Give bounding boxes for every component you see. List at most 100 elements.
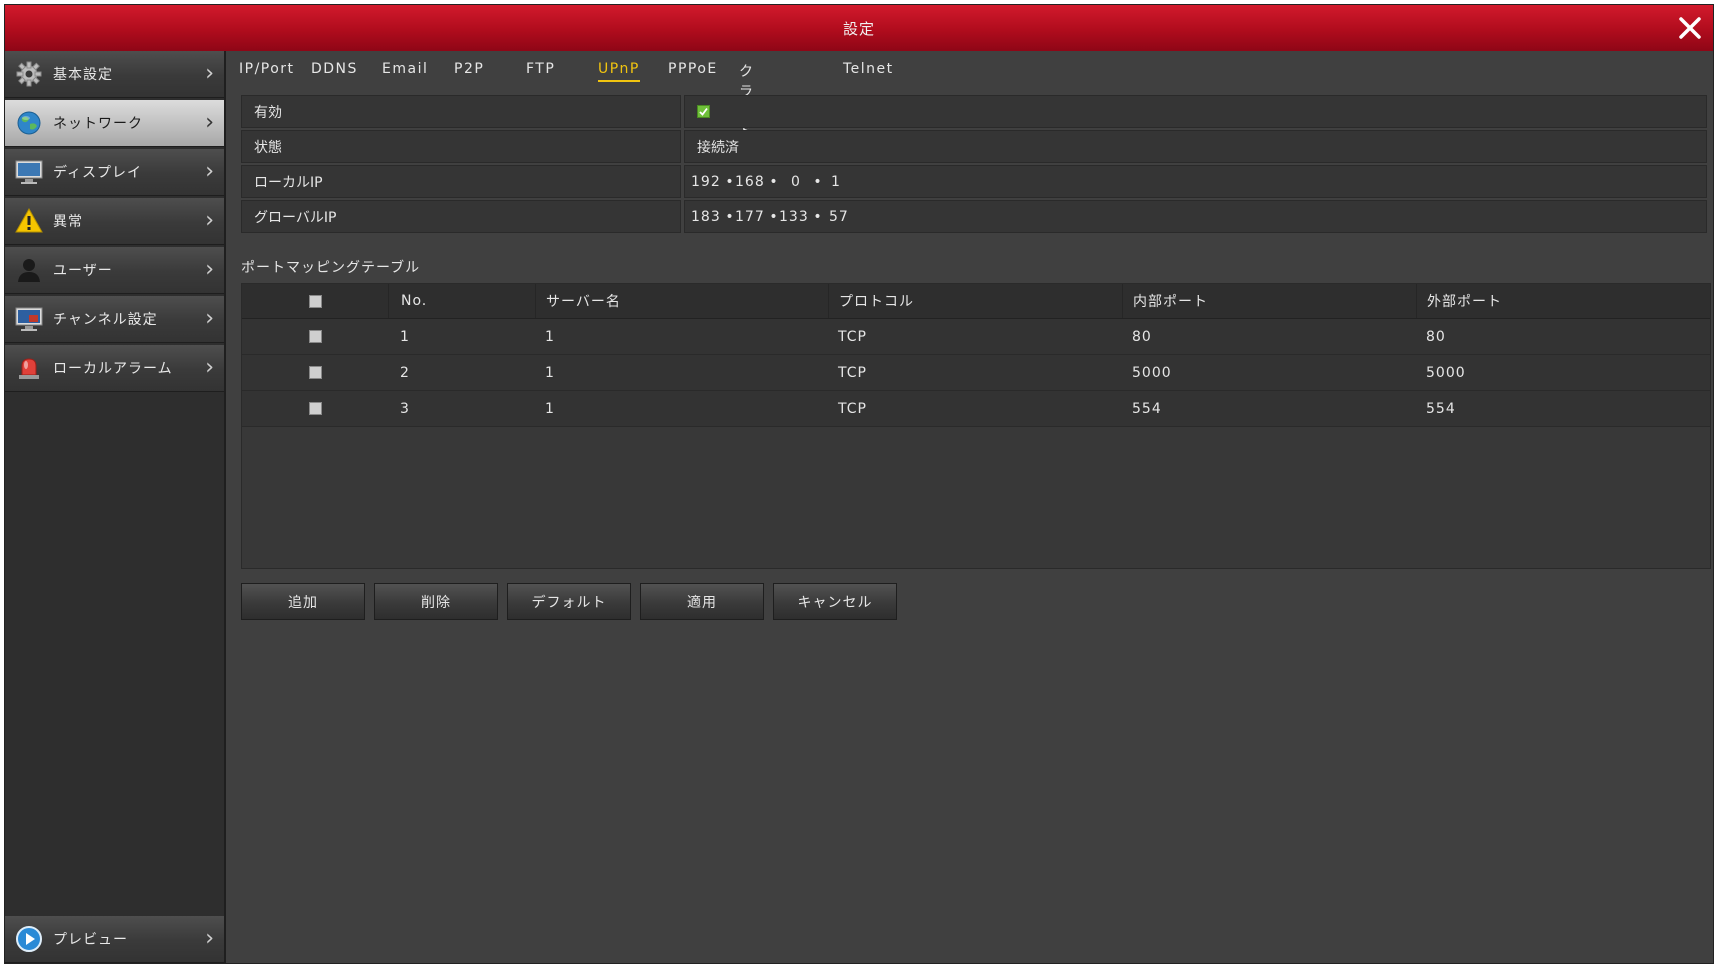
- sidebar-item-network[interactable]: ネットワーク ›: [5, 100, 224, 147]
- cell-no: 3: [400, 400, 410, 417]
- default-button[interactable]: デフォルト: [507, 583, 631, 620]
- ip-octet: 57: [829, 208, 849, 225]
- local-ip-row: ローカルIP 192 • 168 • 0 • 1: [241, 165, 1707, 198]
- tab-email[interactable]: Email: [382, 61, 428, 80]
- table-header: No. サーバー名 プロトコル 内部ポート 外部ポート: [242, 284, 1710, 319]
- action-buttons: 追加 削除 デフォルト 適用 キャンセル: [241, 583, 897, 620]
- tab-ftp[interactable]: FTP: [526, 61, 555, 80]
- tab-p2p[interactable]: P2P: [454, 61, 484, 80]
- row-checkbox[interactable]: [308, 366, 322, 379]
- ip-octet: 177: [735, 208, 765, 225]
- local-ip-label: ローカルIP: [241, 165, 681, 198]
- play-icon: [15, 925, 43, 953]
- sidebar-item-basic-settings[interactable]: 基本設定 ›: [5, 51, 224, 98]
- tab-pppoe[interactable]: PPPoE: [668, 61, 718, 80]
- sidebar-item-label: 基本設定: [53, 67, 113, 83]
- select-all-checkbox[interactable]: [308, 294, 322, 308]
- sidebar-item-abnormal[interactable]: 異常 ›: [5, 198, 224, 245]
- ip-separator: •: [725, 173, 735, 190]
- chevron-right-icon: ›: [205, 159, 214, 184]
- row-select-cell: [242, 402, 388, 415]
- chevron-right-icon: ›: [205, 61, 214, 86]
- ip-separator: •: [769, 173, 779, 190]
- column-header-internal-port: 内部ポート: [1122, 284, 1416, 318]
- network-settings-panel: IP/Port DDNS Email P2P FTP UPnP PPPoE クラ…: [227, 51, 1713, 963]
- column-header-external-port: 外部ポート: [1416, 284, 1710, 318]
- upnp-info-table: 有効 状態 接続済 ローカルIP 192 • 168 • 0 • 1 グローバル…: [241, 95, 1707, 235]
- settings-window: 設定 基本設定 › ネットワーク › ディスプレイ › 異常 › ユーザー › …: [4, 4, 1714, 964]
- sidebar-item-label: チャンネル設定: [53, 312, 158, 328]
- sidebar-item-local-alarm[interactable]: ローカルアラーム ›: [5, 345, 224, 392]
- ip-separator: •: [813, 208, 823, 225]
- sidebar-item-label: ローカルアラーム: [53, 361, 173, 377]
- sidebar-item-label: 異常: [53, 214, 83, 230]
- ip-separator: •: [769, 208, 779, 225]
- ip-octet: 133: [779, 208, 809, 225]
- chevron-right-icon: ›: [205, 355, 214, 380]
- cell-server-name: 1: [545, 364, 555, 381]
- table-row[interactable]: 2 1 TCP 5000 5000: [242, 355, 1710, 391]
- alarm-icon: [15, 354, 43, 382]
- channel-icon: [15, 305, 43, 333]
- ip-octet[interactable]: 168: [735, 174, 769, 190]
- column-header-no: No.: [388, 284, 535, 318]
- sidebar-item-label: ディスプレイ: [53, 165, 143, 181]
- cancel-button[interactable]: キャンセル: [773, 583, 897, 620]
- ip-separator: •: [725, 208, 735, 225]
- sidebar-item-display[interactable]: ディスプレイ ›: [5, 149, 224, 196]
- enabled-cell: [684, 95, 1707, 128]
- ip-octet[interactable]: 192: [691, 174, 725, 190]
- cell-internal-port: 5000: [1132, 364, 1172, 381]
- column-header-protocol: プロトコル: [828, 284, 1122, 318]
- status-label: 状態: [241, 130, 681, 163]
- global-ip-label: グローバルIP: [241, 200, 681, 233]
- close-icon[interactable]: [1673, 11, 1707, 45]
- ip-octet: 183: [691, 208, 721, 225]
- ip-octet[interactable]: 0: [779, 174, 813, 190]
- table-row[interactable]: 1 1 TCP 80 80: [242, 319, 1710, 355]
- user-icon: [15, 256, 43, 284]
- title-bar: 設定: [5, 5, 1713, 51]
- cell-no: 1: [400, 328, 410, 345]
- tab-ddns[interactable]: DDNS: [311, 61, 358, 80]
- column-header-server-name: サーバー名: [535, 284, 828, 318]
- sidebar-item-label: ネットワーク: [53, 116, 143, 132]
- warning-icon: [15, 207, 43, 235]
- sidebar-item-preview[interactable]: プレビュー ›: [5, 916, 224, 963]
- ip-octet[interactable]: 1: [823, 174, 865, 190]
- status-value: 接続済: [684, 130, 1707, 163]
- cell-protocol: TCP: [838, 328, 867, 345]
- table-row[interactable]: 3 1 TCP 554 554: [242, 391, 1710, 427]
- monitor-icon: [15, 158, 43, 186]
- enabled-checkbox[interactable]: [697, 105, 710, 118]
- chevron-right-icon: ›: [205, 926, 214, 951]
- port-mapping-title: ポートマッピングテーブル: [241, 260, 421, 276]
- cell-external-port: 5000: [1426, 364, 1466, 381]
- ip-separator: •: [813, 173, 823, 190]
- global-ip-row: グローバルIP 183 • 177 • 133 • 57: [241, 200, 1707, 233]
- row-checkbox[interactable]: [308, 402, 322, 415]
- chevron-right-icon: ›: [205, 208, 214, 233]
- chevron-right-icon: ›: [205, 110, 214, 135]
- tab-ip-port[interactable]: IP/Port: [239, 61, 295, 80]
- chevron-right-icon: ›: [205, 306, 214, 331]
- add-button[interactable]: 追加: [241, 583, 365, 620]
- cell-external-port: 80: [1426, 328, 1446, 345]
- sidebar-item-label: プレビュー: [53, 932, 128, 948]
- window-title: 設定: [842, 19, 875, 38]
- cell-internal-port: 554: [1132, 400, 1162, 417]
- local-ip-field[interactable]: 192 • 168 • 0 • 1: [684, 165, 1707, 198]
- cell-server-name: 1: [545, 400, 555, 417]
- tab-upnp[interactable]: UPnP: [598, 61, 640, 82]
- sidebar-item-channel-settings[interactable]: チャンネル設定 ›: [5, 296, 224, 343]
- globe-icon: [15, 109, 43, 137]
- row-select-cell: [242, 330, 388, 343]
- cell-server-name: 1: [545, 328, 555, 345]
- apply-button[interactable]: 適用: [640, 583, 764, 620]
- row-checkbox[interactable]: [308, 330, 322, 343]
- tab-telnet[interactable]: Telnet: [843, 61, 894, 80]
- cell-external-port: 554: [1426, 400, 1456, 417]
- sidebar-item-user[interactable]: ユーザー ›: [5, 247, 224, 294]
- enabled-row: 有効: [241, 95, 1707, 128]
- delete-button[interactable]: 削除: [374, 583, 498, 620]
